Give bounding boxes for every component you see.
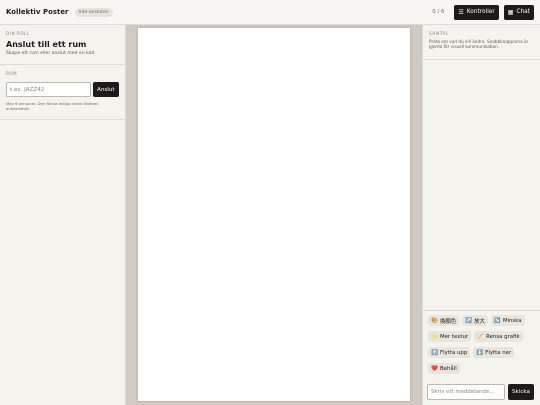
quick-action-label: Flytta upp xyxy=(439,349,468,356)
quick-action-chip[interactable]: ⬇️ Flytta ner xyxy=(473,347,515,358)
arrow-up-right-icon: ↗️ xyxy=(465,317,473,324)
controls-button[interactable]: ☰ Kontroller xyxy=(454,4,499,20)
room-note: Max 6 personer. Den första lediga rollen… xyxy=(6,101,99,111)
canvas-area xyxy=(126,25,422,405)
quick-action-chip[interactable]: ⬆️ Flytta upp xyxy=(428,347,471,358)
quick-action-label: Behåll xyxy=(439,365,457,372)
poster-canvas[interactable] xyxy=(138,28,410,401)
quick-action-label: 換顏色 xyxy=(439,318,457,325)
left-panel: DIN ROLL Anslut till ett rum Skapa ett r… xyxy=(0,25,126,405)
chat-messages xyxy=(423,60,540,334)
controls-button-label: Kontroller xyxy=(466,9,495,15)
chat-button-label: Chat xyxy=(516,9,530,15)
quick-action-label: Rensa grafik xyxy=(486,333,520,340)
message-input[interactable] xyxy=(427,384,505,400)
quick-action-chip[interactable]: 🧹 Rensa grafik xyxy=(474,331,523,342)
quick-action-chip[interactable]: ↘️ Minska xyxy=(490,315,525,326)
chat-description: Prata om vad du vill ändra. Snabbknappar… xyxy=(429,39,529,49)
quick-action-chip[interactable]: 🎨 換顏色 xyxy=(428,315,460,326)
room-code-input[interactable] xyxy=(6,82,91,97)
heart-icon: ❤️ xyxy=(431,365,438,372)
role-subtitle: Skapa ett rum eller anslut med en kod. xyxy=(6,51,96,56)
chat-section-label: SAMTAL xyxy=(429,31,449,36)
quick-action-chip[interactable]: ❤️ Behåll xyxy=(428,363,460,374)
quick-action-label: Flytta ner xyxy=(485,349,512,356)
quick-action-label: Mer textur xyxy=(439,333,469,340)
grid-icon: ▦ xyxy=(507,8,514,16)
quick-action-label: Minska xyxy=(502,317,522,324)
quick-action-label: 放大 xyxy=(474,318,485,325)
role-title: Anslut till ett rum xyxy=(6,40,87,49)
broom-icon: 🧹 xyxy=(477,333,485,340)
role-section-label: DIN ROLL xyxy=(6,31,30,36)
menu-icon: ☰ xyxy=(458,8,464,16)
join-row: Anslut xyxy=(6,82,119,97)
chat-panel: SAMTAL Prata om vad du vill ändra. Snabb… xyxy=(422,25,540,405)
join-button[interactable]: Anslut xyxy=(93,82,119,97)
connection-status-badge: Inte ansluten xyxy=(74,7,113,17)
arrow-up-icon: ⬆️ xyxy=(431,349,438,356)
room-section: RUM Anslut Max 6 personer. Den första le… xyxy=(0,65,125,120)
quick-actions: 🎨 換顏色 ↗️ 放大 ↘️ Minska ✨ Mer textur 🧹 Rensa gr… xyxy=(428,315,540,379)
arrow-down-icon: ⬇️ xyxy=(476,349,484,356)
room-section-label: RUM xyxy=(6,71,18,76)
chat-header: SAMTAL Prata om vad du vill ändra. Snabb… xyxy=(423,25,540,60)
top-bar: Kollektiv Poster Inte ansluten 0 / 6 ☰ K… xyxy=(0,0,540,25)
message-row: Skicka xyxy=(427,384,534,400)
sparkles-icon: ✨ xyxy=(431,333,438,340)
palette-icon: 🎨 xyxy=(431,317,438,324)
role-section: DIN ROLL Anslut till ett rum Skapa ett r… xyxy=(0,25,125,65)
send-button[interactable]: Skicka xyxy=(508,384,534,400)
chat-button[interactable]: ▦ Chat xyxy=(503,4,534,20)
quick-action-chip[interactable]: ↗️ 放大 xyxy=(462,315,488,326)
participant-count: 0 / 6 xyxy=(432,9,445,15)
arrow-down-right-icon: ↘️ xyxy=(493,317,501,324)
app-title: Kollektiv Poster xyxy=(6,8,69,16)
quick-action-chip[interactable]: ✨ Mer textur xyxy=(428,331,472,342)
